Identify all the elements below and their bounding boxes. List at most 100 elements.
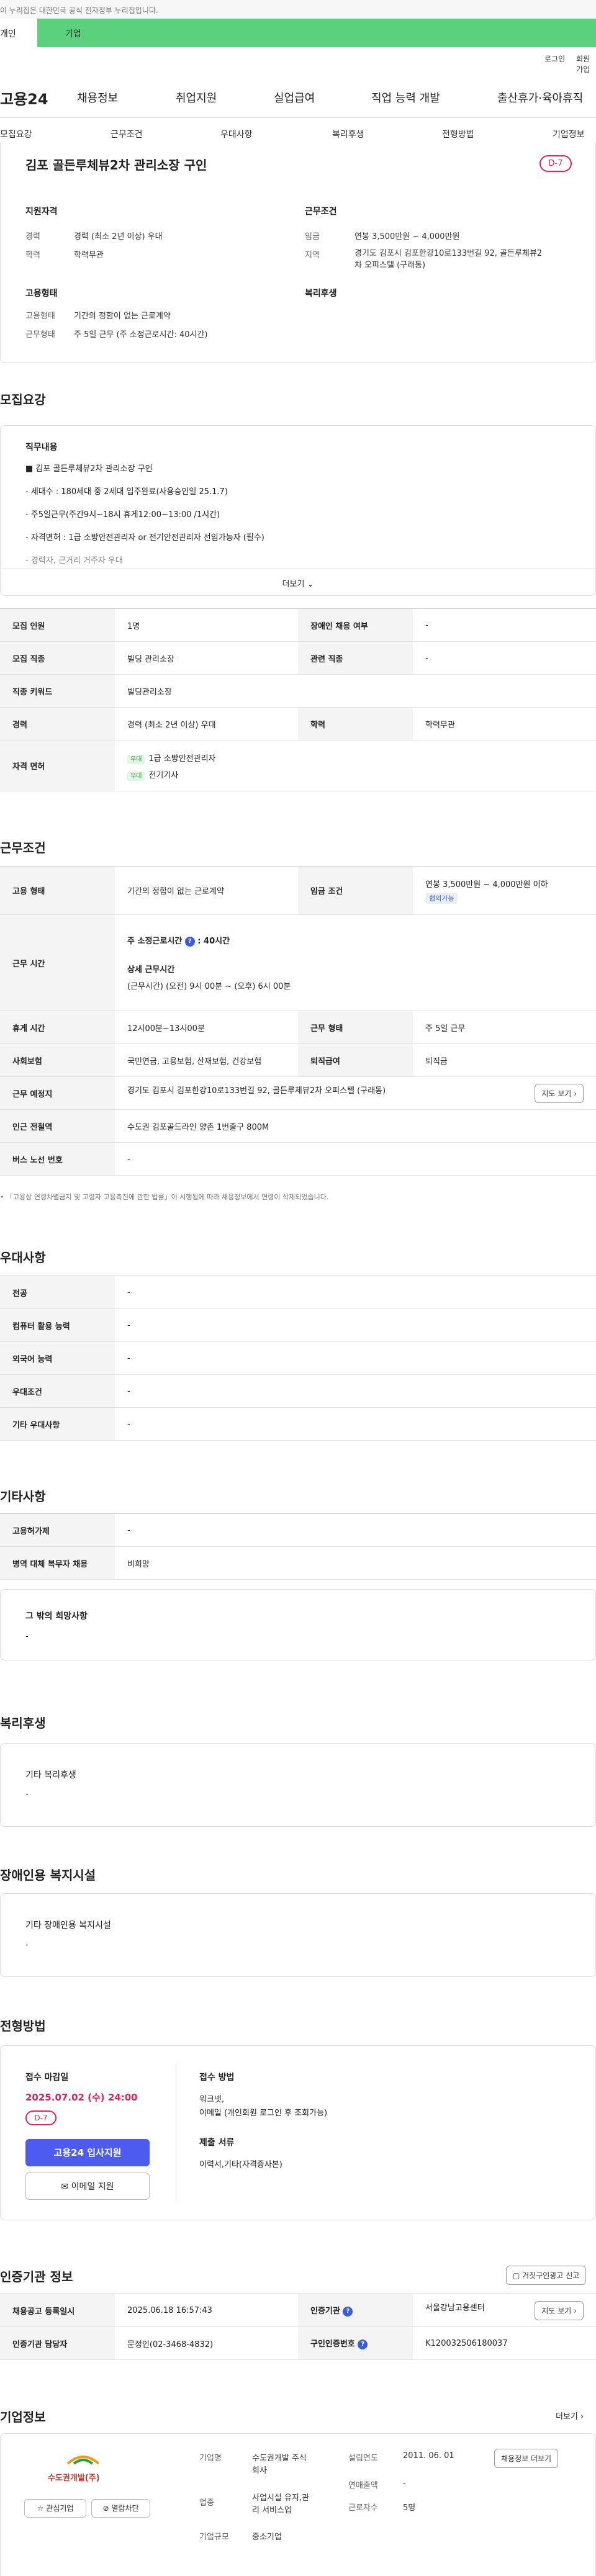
company-more-link[interactable]: 더보기 › — [556, 2410, 584, 2421]
pref-language-label: 외국어 능력 — [0, 1341, 115, 1375]
keyword-value: 빌딩관리소장 — [115, 674, 596, 708]
company-logo-text: 수도권개발(주) — [48, 2474, 100, 2483]
count-value: 1명 — [115, 608, 298, 642]
pref-condition-label: 우대조건 — [0, 1374, 115, 1408]
tab-biz[interactable]: 기업 — [37, 19, 596, 47]
summary-card: 김포 골든루체뷰2차 관리소장 구인 D-7 지원자격 근무조건 경력 경력 (… — [0, 143, 596, 363]
manager-label: 인증기관 담당자 — [0, 2326, 115, 2360]
wage-value: 연봉 3,500만원 ~ 4,000만원 — [354, 232, 460, 241]
chevron-right-icon: › — [580, 2412, 584, 2421]
rest-label: 휴게 시간 — [0, 1011, 115, 1044]
cond-wage-label: 임금 조건 — [298, 866, 413, 915]
pref-major-label: 전공 — [0, 1276, 115, 1309]
cond-time-cell: 주 소정근로시간 ? : 40시간 상세 근무시간 (근무시간) (오전) 9시… — [115, 914, 596, 1011]
retire-label: 퇴직급여 — [298, 1043, 413, 1077]
num-value: K120032506180037 — [413, 2326, 596, 2360]
process-heading: 전형방법 — [0, 2019, 46, 2033]
tab-person[interactable]: 개인 — [0, 19, 37, 47]
subnav-welfare[interactable]: 복리후생 — [332, 128, 364, 140]
conditions-heading: 근무조건 — [0, 840, 46, 855]
org-cell: 서울강남고용센터 지도 보기 › — [413, 2294, 596, 2327]
block-icon: ⊘ — [102, 2504, 109, 2513]
menu-employment-support[interactable]: 취업지원 — [176, 89, 217, 106]
site-logo[interactable]: 고용24 — [0, 87, 48, 109]
wish-heading: 그 밖의 희망사항 — [25, 1611, 88, 1621]
etype-value: 기간의 정함이 없는 근로계약 — [74, 312, 171, 321]
company-card: 수도권개발(주) ☆ 관심기업 ⊘ 열람차단 기업명 수도권개발 주식 회사 설… — [0, 2433, 596, 2576]
bus-label: 버스 노선 번호 — [0, 1142, 115, 1176]
login-link[interactable]: 로그인 — [544, 53, 565, 64]
method-value-2: 이메일 (개인회원 로그인 후 조회가능) — [199, 2109, 328, 2118]
license-label: 자격 면허 — [0, 740, 115, 791]
info-icon[interactable]: ? — [184, 936, 195, 947]
email-apply-button[interactable]: ✉ 이메일 지원 — [25, 2173, 150, 2200]
cname-value-1: 수도권개발 주식 — [252, 2454, 307, 2463]
edu-row-value: 학력무관 — [413, 707, 596, 741]
company-heading: 기업정보 — [0, 2410, 46, 2425]
career-value: 경력 (최소 2년 이상) 우대 — [74, 232, 163, 241]
wage-label: 임금 — [305, 232, 320, 241]
bus-value: - — [115, 1142, 596, 1176]
duty-card: 직무내용 ■ 김포 골든루체뷰2차 관리소장 구인 - 세대수 : 180세대 … — [0, 425, 596, 596]
subnav-process[interactable]: 전형방법 — [442, 128, 474, 140]
block-company-button[interactable]: ⊘ 열람차단 — [91, 2499, 150, 2518]
info-icon[interactable]: ? — [343, 2306, 353, 2317]
apply-button[interactable]: 고용24 입사지원 — [25, 2139, 150, 2166]
emp-heading: 고용형태 — [25, 289, 58, 299]
global-nav: 고용24 채용정보 취업지원 실업급여 직업 능력 개발 출산휴가·육아휴직 — [0, 74, 596, 118]
disab-heading: 장애인용 복지시설 — [0, 1868, 96, 1883]
menu-parental-leave[interactable]: 출산휴가·육아휴직 — [497, 89, 583, 106]
military-value: 비희망 — [115, 1546, 596, 1580]
subnav-conditions[interactable]: 근무조건 — [111, 128, 143, 140]
form-value: 주 5일 근무 — [413, 1011, 596, 1044]
pref-etc-label: 기타 우대사항 — [0, 1407, 115, 1441]
report-button[interactable]: ▢ 거짓구인광고 신고 — [506, 2266, 587, 2285]
chevron-right-icon: › — [574, 2306, 577, 2315]
menu-jobs[interactable]: 채용정보 — [77, 89, 118, 106]
company-jobs-button[interactable]: 채용정보 더보기 — [494, 2449, 559, 2468]
disab-sub: 기타 장애인용 복지시설 — [25, 1921, 111, 1930]
duty-line-4: - 자격면허 : 1급 소방안전관리자 or 전기안전관리자 선임가능자 (필수… — [25, 533, 264, 543]
emp-count-value: 5명 — [403, 2503, 416, 2513]
docs-heading: 제출 서류 — [199, 2138, 235, 2148]
loc-value-2: 차 오피스텔 (구래동) — [354, 261, 426, 270]
year-label: 설립연도 — [348, 2454, 378, 2463]
more-button[interactable]: 더보기 ⌄ — [1, 569, 595, 596]
subnav-preferences[interactable]: 우대사항 — [220, 128, 253, 140]
pref-computer-value: - — [115, 1308, 596, 1342]
welfare-sub: 기타 복리후생 — [25, 1770, 76, 1780]
menu-unemployment-benefit[interactable]: 실업급여 — [274, 89, 315, 106]
pref-etc-value: - — [115, 1407, 596, 1441]
menu-job-training[interactable]: 직업 능력 개발 — [371, 89, 440, 106]
agency-table: 채용공고 등록일시 2025.06.18 16:57:43 인증기관 ? 서울강남고용… — [0, 2294, 596, 2360]
method-heading: 접수 방법 — [199, 2073, 235, 2083]
process-card: 접수 마감일 2025.07.02 (수) 24:00 D-7 고용24 입사지… — [0, 2045, 596, 2220]
recruit-table: 모집 인원 1명 장애인 채용 여부 - 모집 직종 빌딩 관리소장 관련 직종 - 직종 … — [0, 608, 596, 791]
subnav-recruit[interactable]: 모집요강 — [0, 128, 32, 140]
info-icon[interactable]: ? — [358, 2339, 368, 2349]
pref-table: 전공 - 컴퓨터 활용 능력 - 외국어 능력 - 우대조건 - 기타 우대사항 - — [0, 1276, 596, 1441]
industry-label: 업종 — [199, 2498, 214, 2508]
cond-etype-value: 기간의 정함이 없는 근로계약 — [115, 866, 298, 915]
qual-heading: 지원자격 — [25, 207, 58, 217]
gov-notice: 이 누리집은 대한민국 공식 전자정부 누리집입니다. — [0, 0, 596, 19]
signup-link[interactable]: 회원가입 — [576, 53, 596, 74]
cond-wage-cell: 연봉 3,500만원 ~ 4,000만원 이하 협의가능 — [413, 866, 596, 915]
process-dday-badge: D-7 — [25, 2110, 56, 2125]
etc-table: 고용허가제 - 병역 대체 복무자 채용 비희망 — [0, 1513, 596, 1580]
disab-card: 기타 장애인용 복지시설 - — [0, 1893, 596, 1977]
edu-label: 학력 — [25, 251, 40, 260]
retire-value: 퇴직금 — [413, 1043, 596, 1077]
permit-value: - — [115, 1513, 596, 1547]
agency-map-button[interactable]: 지도 보기 › — [535, 2300, 584, 2320]
count-label: 모집 인원 — [0, 608, 115, 642]
disabled-label: 장애인 채용 여부 — [298, 608, 413, 642]
chevron-right-icon: › — [574, 1089, 577, 1098]
fav-company-button[interactable]: ☆ 관심기업 — [24, 2499, 86, 2518]
pref-language-value: - — [115, 1341, 596, 1375]
subnav-company[interactable]: 기업정보 — [553, 128, 585, 140]
map-button[interactable]: 지도 보기 › — [535, 1083, 584, 1103]
job-value: 빌딩 관리소장 — [115, 641, 298, 675]
method-value-1: 워크넷, — [199, 2095, 225, 2104]
agency-heading: 인증기관 정보 — [0, 2269, 73, 2284]
